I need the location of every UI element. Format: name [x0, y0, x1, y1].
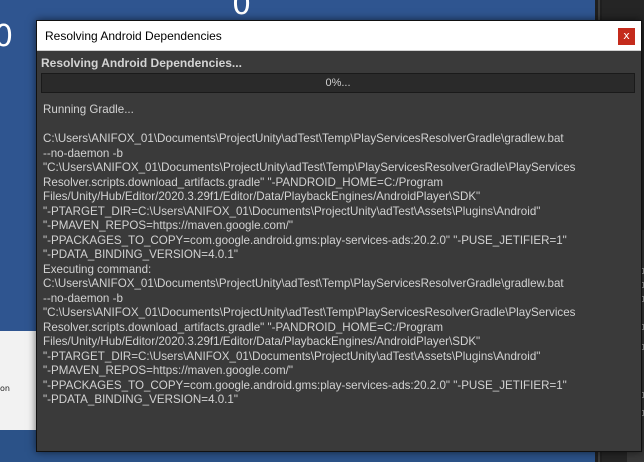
gradle-log-output[interactable]: Running Gradle... C:\Users\ANIFOX_01\Docu… — [43, 103, 639, 447]
log-line: "-PMAVEN_REPOS=https://maven.google.com/… — [43, 364, 293, 377]
log-line: "-PTARGET_DIR=C:\Users\ANIFOX_01\Documen… — [43, 349, 541, 363]
log-line: "-PPACKAGES_TO_COPY=com.google.android.g… — [43, 378, 567, 392]
log-line: "-PTARGET_DIR=C:\Users\ANIFOX_01\Documen… — [43, 204, 541, 218]
progress-text: 0%... — [325, 77, 351, 89]
background-digit-left: 0 — [0, 19, 14, 54]
background-card — [0, 331, 37, 430]
resolving-dependencies-dialog: Resolving Android Dependencies x Resolvi… — [36, 20, 642, 452]
dialog-titlebar[interactable]: Resolving Android Dependencies x — [37, 21, 641, 51]
dialog-title: Resolving Android Dependencies — [45, 29, 222, 43]
log-line: C:\Users\ANIFOX_01\Documents\ProjectUnit… — [43, 132, 564, 145]
background-digit-top: 0 — [232, 0, 252, 22]
log-line: Resolver.scripts.download_artifacts.grad… — [43, 175, 444, 189]
log-line: "-PDATA_BINDING_VERSION=4.0.1" — [43, 393, 238, 406]
log-line: "-PPACKAGES_TO_COPY=com.google.android.g… — [43, 233, 567, 247]
log-line: "-PMAVEN_REPOS=https://maven.google.com/… — [43, 219, 293, 232]
log-line: Running Gradle... — [43, 103, 134, 116]
log-line: --no-daemon -b — [43, 291, 123, 305]
log-line: --no-daemon -b — [43, 146, 123, 160]
log-line: "C:\Users\ANIFOX_01\Documents\ProjectUni… — [43, 161, 576, 174]
log-line: C:\Users\ANIFOX_01\Documents\ProjectUnit… — [43, 277, 564, 290]
log-line: Files/Unity/Hub/Editor/2020.3.29f1/Edito… — [43, 335, 481, 348]
log-line: "C:\Users\ANIFOX_01\Documents\ProjectUni… — [43, 306, 576, 319]
log-line: Files/Unity/Hub/Editor/2020.3.29f1/Edito… — [43, 190, 481, 203]
log-line: Executing command: — [43, 262, 152, 276]
progress-bar: 0%... — [41, 73, 635, 93]
dialog-header-label: Resolving Android Dependencies... — [41, 56, 242, 70]
close-icon: x — [623, 29, 630, 42]
close-button[interactable]: x — [618, 28, 635, 45]
log-line: "-PDATA_BINDING_VERSION=4.0.1" — [43, 248, 238, 261]
log-line: Resolver.scripts.download_artifacts.grad… — [43, 320, 444, 334]
background-card-text: on — [0, 384, 10, 393]
